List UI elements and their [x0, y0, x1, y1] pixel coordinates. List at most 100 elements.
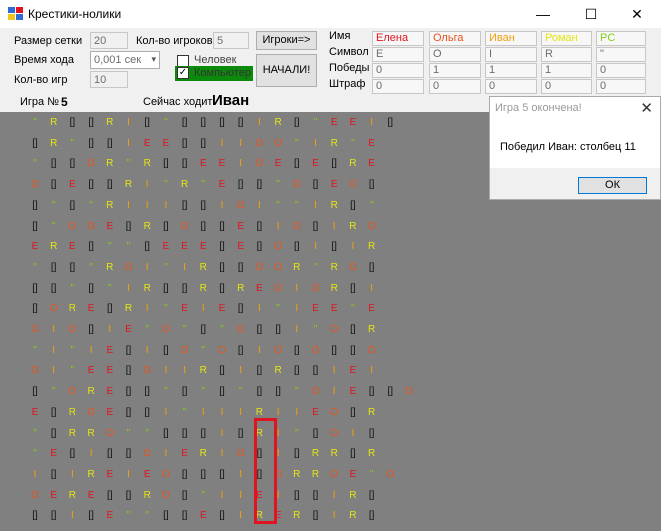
board-cell[interactable]: []: [194, 197, 212, 215]
board-cell[interactable]: I: [138, 176, 156, 194]
board-cell[interactable]: R: [288, 507, 306, 525]
board-cell[interactable]: O: [363, 342, 381, 360]
board-cell[interactable]: []: [250, 362, 268, 380]
player-symbol-cell[interactable]: O: [429, 47, 481, 62]
board-cell[interactable]: I: [250, 342, 268, 360]
board-cell[interactable]: []: [250, 383, 268, 401]
board-cell[interactable]: E: [307, 300, 325, 318]
board-cell[interactable]: I: [213, 404, 231, 422]
board-cell[interactable]: I: [45, 342, 63, 360]
board-cell[interactable]: E: [101, 383, 119, 401]
board-cell[interactable]: ": [26, 425, 44, 443]
player-penalty-cell[interactable]: 0: [429, 79, 481, 94]
board-cell[interactable]: []: [176, 507, 194, 525]
board-cell[interactable]: O: [157, 487, 175, 505]
board-cell[interactable]: []: [194, 135, 212, 153]
board-cell[interactable]: ": [157, 114, 175, 132]
board-cell[interactable]: O: [250, 259, 268, 277]
board-cell[interactable]: E: [63, 176, 81, 194]
board-cell[interactable]: []: [213, 238, 231, 256]
board-cell[interactable]: []: [325, 342, 343, 360]
board-cell[interactable]: I: [120, 197, 138, 215]
board-cell[interactable]: I: [288, 300, 306, 318]
players-count-field[interactable]: 5: [213, 32, 249, 49]
board-cell[interactable]: ": [45, 383, 63, 401]
grid-size-field[interactable]: 20: [90, 32, 128, 49]
board-cell[interactable]: ": [120, 507, 138, 525]
board-cell[interactable]: []: [45, 176, 63, 194]
board-cell[interactable]: ": [101, 238, 119, 256]
board-cell[interactable]: O: [269, 342, 287, 360]
board-cell[interactable]: ": [120, 155, 138, 173]
board-cell[interactable]: ": [194, 342, 212, 360]
board-cell[interactable]: ": [269, 176, 287, 194]
player-name-cell[interactable]: Иван: [485, 31, 537, 46]
board-cell[interactable]: []: [232, 300, 250, 318]
board-cell[interactable]: []: [176, 383, 194, 401]
board-cell[interactable]: []: [120, 362, 138, 380]
board-cell[interactable]: []: [26, 507, 44, 525]
board-cell[interactable]: []: [213, 507, 231, 525]
board-cell[interactable]: []: [82, 280, 100, 298]
board-cell[interactable]: E: [232, 218, 250, 236]
board-cell[interactable]: []: [363, 487, 381, 505]
board-cell[interactable]: O: [325, 466, 343, 484]
board-cell[interactable]: ": [157, 259, 175, 277]
board-cell[interactable]: E: [176, 300, 194, 318]
board-cell[interactable]: ": [176, 321, 194, 339]
board-cell[interactable]: R: [101, 197, 119, 215]
board-cell[interactable]: []: [381, 383, 399, 401]
board-cell[interactable]: O: [176, 342, 194, 360]
board-cell[interactable]: []: [120, 342, 138, 360]
board-cell[interactable]: ": [176, 404, 194, 422]
board-cell[interactable]: R: [269, 114, 287, 132]
board-cell[interactable]: []: [157, 507, 175, 525]
board-cell[interactable]: R: [63, 487, 81, 505]
board-cell[interactable]: I: [344, 425, 362, 443]
board-cell[interactable]: ": [82, 197, 100, 215]
board-cell[interactable]: []: [194, 218, 212, 236]
board-cell[interactable]: []: [269, 383, 287, 401]
player-penalty-cell[interactable]: 0: [596, 79, 646, 94]
board-cell[interactable]: R: [120, 300, 138, 318]
board-cell[interactable]: []: [176, 425, 194, 443]
board-cell[interactable]: R: [325, 445, 343, 463]
board-cell[interactable]: []: [288, 487, 306, 505]
board-cell[interactable]: []: [82, 135, 100, 153]
board-cell[interactable]: R: [344, 507, 362, 525]
board-cell[interactable]: R: [194, 280, 212, 298]
board-cell[interactable]: O: [344, 259, 362, 277]
board-cell[interactable]: R: [176, 176, 194, 194]
board-cell[interactable]: []: [63, 445, 81, 463]
board-cell[interactable]: O: [232, 321, 250, 339]
board-cell[interactable]: O: [400, 383, 418, 401]
board-cell[interactable]: O: [307, 383, 325, 401]
board-cell[interactable]: ": [363, 197, 381, 215]
board-cell[interactable]: R: [101, 259, 119, 277]
board-cell[interactable]: []: [344, 445, 362, 463]
board-cell[interactable]: I: [325, 507, 343, 525]
board-cell[interactable]: O: [307, 342, 325, 360]
board-cell[interactable]: E: [101, 218, 119, 236]
board-cell[interactable]: []: [213, 218, 231, 236]
board-cell[interactable]: []: [307, 487, 325, 505]
player-wins-cell[interactable]: 1: [485, 63, 537, 78]
dialog-close-icon[interactable]: ✕: [640, 99, 653, 117]
board-cell[interactable]: I: [288, 404, 306, 422]
players-button[interactable]: Игроки=>: [256, 31, 317, 50]
board-cell[interactable]: E: [82, 300, 100, 318]
board-cell[interactable]: R: [101, 114, 119, 132]
board-cell[interactable]: I: [120, 135, 138, 153]
board-cell[interactable]: []: [82, 114, 100, 132]
board-cell[interactable]: []: [213, 466, 231, 484]
board-cell[interactable]: ": [157, 383, 175, 401]
board-cell[interactable]: []: [194, 466, 212, 484]
board-cell[interactable]: I: [120, 280, 138, 298]
board-cell[interactable]: O: [26, 362, 44, 380]
board-cell[interactable]: O: [213, 342, 231, 360]
board-cell[interactable]: I: [269, 218, 287, 236]
board-cell[interactable]: []: [344, 404, 362, 422]
board-cell[interactable]: []: [288, 342, 306, 360]
board-cell[interactable]: I: [232, 466, 250, 484]
board-cell[interactable]: []: [288, 445, 306, 463]
